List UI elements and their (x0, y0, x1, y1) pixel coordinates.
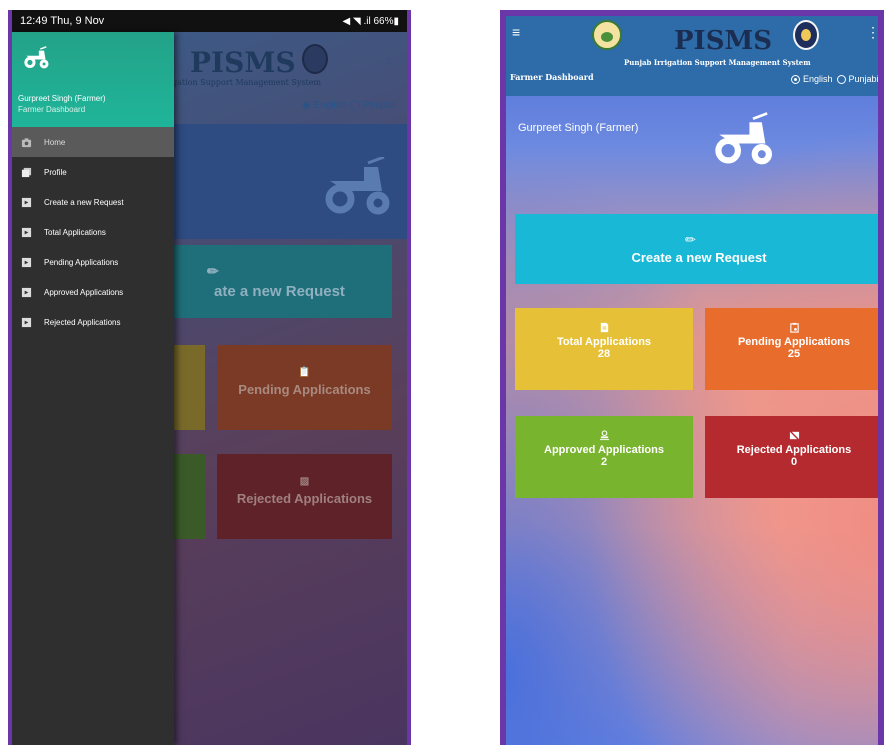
image-off-icon: ▨ (299, 476, 310, 487)
app-bar: ≡ PISMS Punjab Irrigation Support Manage… (506, 16, 878, 96)
drawer-item-pending-applications[interactable]: Pending Applications (12, 247, 174, 277)
bg-pending-label: Pending Applications (238, 382, 371, 397)
image-off-icon (788, 430, 800, 441)
drawer-header: Gurpreet Singh (Farmer) Farmer Dashboard (12, 32, 174, 127)
user-name: Gurpreet Singh (Farmer) (518, 122, 639, 134)
tile-label: Rejected Applications (736, 444, 852, 456)
drawer-item-label: Create a new Request (44, 197, 124, 207)
drawer-item-label: Profile (44, 167, 67, 177)
bg-request-button: ✏ ate a new Request (167, 245, 392, 318)
create-request-label: Create a new Request (631, 250, 767, 265)
slideshow-icon (20, 287, 32, 298)
tile-count: 2 (600, 456, 608, 468)
english-label: English (803, 74, 833, 84)
drawer-item-label: Approved Applications (44, 287, 124, 297)
bg-rejected-tile: ▨ Rejected Applications (217, 454, 392, 539)
bg-app-subtitle: gation Support Management System (172, 78, 322, 87)
app-title: PISMS (674, 26, 773, 56)
stamp-icon (599, 430, 610, 441)
drawer-user-role: Farmer Dashboard (18, 105, 86, 114)
status-indicators: ◀ ◥ .il 66%▮ (342, 15, 399, 27)
bg-language-selector: ◉ English ◯ Punjabi (302, 100, 397, 111)
emblem-icon (793, 20, 819, 50)
slideshow-icon (20, 197, 32, 208)
tile-count: 25 (787, 348, 801, 360)
slideshow-icon (20, 257, 32, 268)
slideshow-icon (20, 317, 32, 328)
menu-icon[interactable]: ≡ (512, 24, 520, 40)
drawer-item-label: Home (44, 137, 66, 147)
drawer-item-label: Pending Applications (44, 257, 119, 267)
overflow-menu-icon[interactable]: ⋮ (866, 24, 878, 41)
language-selector: English Punjabi (791, 74, 878, 84)
overflow-icon: ⋮ (382, 50, 396, 66)
english-radio[interactable] (791, 74, 800, 84)
left-phone-frame: 12:49 Thu, 9 Nov ◀ ◥ .il 66%▮ PISMS gati… (8, 10, 411, 745)
slideshow-icon (20, 227, 32, 238)
tractor-icon (24, 46, 49, 69)
navigation-drawer: Gurpreet Singh (Farmer) Farmer Dashboard… (12, 32, 174, 745)
punjabi-radio[interactable] (836, 74, 846, 84)
tile-count: 28 (597, 348, 611, 360)
rejected-applications-tile[interactable]: Rejected Applications 0 (705, 416, 878, 498)
punjab-logo-icon (592, 20, 622, 50)
left-phone-screen: 12:49 Thu, 9 Nov ◀ ◥ .il 66%▮ PISMS gati… (12, 10, 407, 745)
total-applications-tile[interactable]: Total Applications 28 (515, 308, 693, 390)
drawer-item-rejected-applications[interactable]: Rejected Applications (12, 307, 174, 337)
bg-app-title: PISMS (190, 46, 296, 79)
pencil-icon: ✏ (207, 263, 219, 279)
emblem-icon (302, 44, 328, 74)
clipboard-icon (789, 322, 800, 333)
gallery-icon (20, 167, 32, 178)
drawer-item-profile[interactable]: Profile (12, 157, 174, 187)
bg-pending-tile: 📋 Pending Applications (217, 345, 392, 430)
drawer-item-label: Rejected Applications (44, 317, 121, 327)
drawer-item-create-request[interactable]: Create a new Request (12, 187, 174, 217)
tile-label: Total Applications (556, 336, 652, 348)
drawer-user-name: Gurpreet Singh (Farmer) (18, 94, 106, 103)
right-phone-screen: ≡ PISMS Punjab Irrigation Support Manage… (506, 16, 878, 745)
document-icon (599, 322, 610, 333)
app-subtitle: Punjab Irrigation Support Management Sys… (624, 58, 811, 67)
bg-request-label: ate a new Request (214, 283, 345, 300)
clipboard-icon: 📋 (298, 367, 311, 378)
status-bar: 12:49 Thu, 9 Nov ◀ ◥ .il 66%▮ (12, 10, 407, 32)
approved-applications-tile[interactable]: Approved Applications 2 (515, 416, 693, 498)
bg-rejected-label: Rejected Applications (236, 491, 373, 506)
dashboard-label: Farmer Dashboard (510, 72, 594, 82)
tractor-icon (325, 157, 390, 215)
drawer-item-label: Total Applications (44, 227, 106, 237)
drawer-item-total-applications[interactable]: Total Applications (12, 217, 174, 247)
tractor-icon (715, 112, 773, 165)
tile-label: Pending Applications (737, 336, 851, 348)
create-request-button[interactable]: ✏ Create a new Request (515, 214, 878, 284)
right-phone-frame: ≡ PISMS Punjab Irrigation Support Manage… (500, 10, 884, 745)
pending-applications-tile[interactable]: Pending Applications 25 (705, 308, 878, 390)
camera-icon (20, 137, 32, 148)
status-time: 12:49 Thu, 9 Nov (20, 15, 105, 27)
tile-count: 0 (790, 456, 798, 468)
drawer-item-approved-applications[interactable]: Approved Applications (12, 277, 174, 307)
drawer-item-home[interactable]: Home (12, 127, 174, 157)
punjabi-label: Punjabi (848, 74, 878, 84)
pencil-icon: ✏ (685, 232, 696, 247)
tile-label: Approved Applications (544, 444, 664, 456)
